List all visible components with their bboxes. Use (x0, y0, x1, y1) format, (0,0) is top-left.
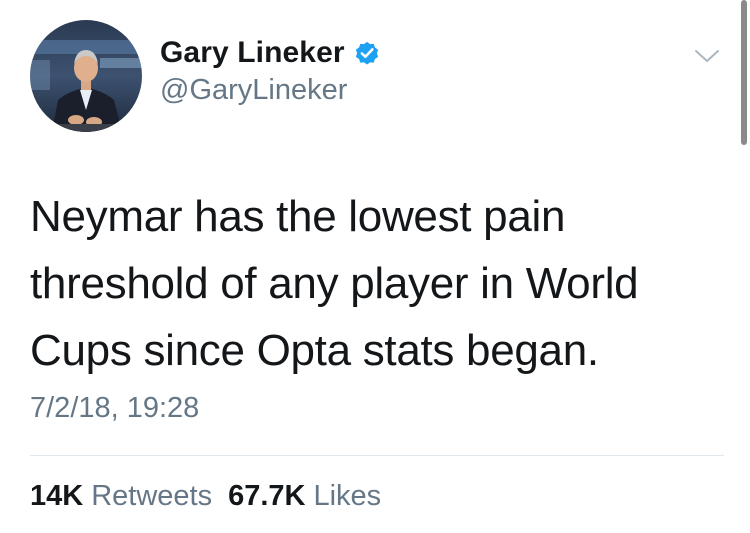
user-handle[interactable]: @GaryLineker (160, 74, 381, 107)
scrollbar[interactable] (741, 0, 747, 145)
user-names: Gary Lineker @GaryLineker (160, 36, 381, 107)
avatar[interactable] (30, 20, 142, 132)
retweets-label: Retweets (91, 480, 213, 512)
likes-count: 67.7K (228, 480, 306, 512)
tweet-timestamp[interactable]: 7/2/18, 19:28 (30, 392, 199, 425)
likes-label: Likes (313, 480, 382, 512)
verified-badge-icon (353, 39, 381, 67)
retweets-count: 14K (30, 480, 84, 512)
name-row: Gary Lineker (160, 36, 381, 70)
tweet-text: Neymar has the lowest pain threshold of … (30, 192, 639, 375)
chevron-down-icon[interactable] (694, 46, 720, 66)
divider (30, 455, 724, 456)
display-name[interactable]: Gary Lineker (160, 36, 345, 70)
tweet-card: Gary Lineker @GaryLineker Neymar has the… (0, 0, 750, 533)
tweet-stats: 14K Retweets 67.7K Likes (30, 480, 381, 513)
tweet-header: Gary Lineker @GaryLineker (30, 20, 381, 132)
retweets-stat[interactable]: 14K Retweets (30, 480, 212, 513)
likes-stat[interactable]: 67.7K Likes (228, 480, 381, 513)
